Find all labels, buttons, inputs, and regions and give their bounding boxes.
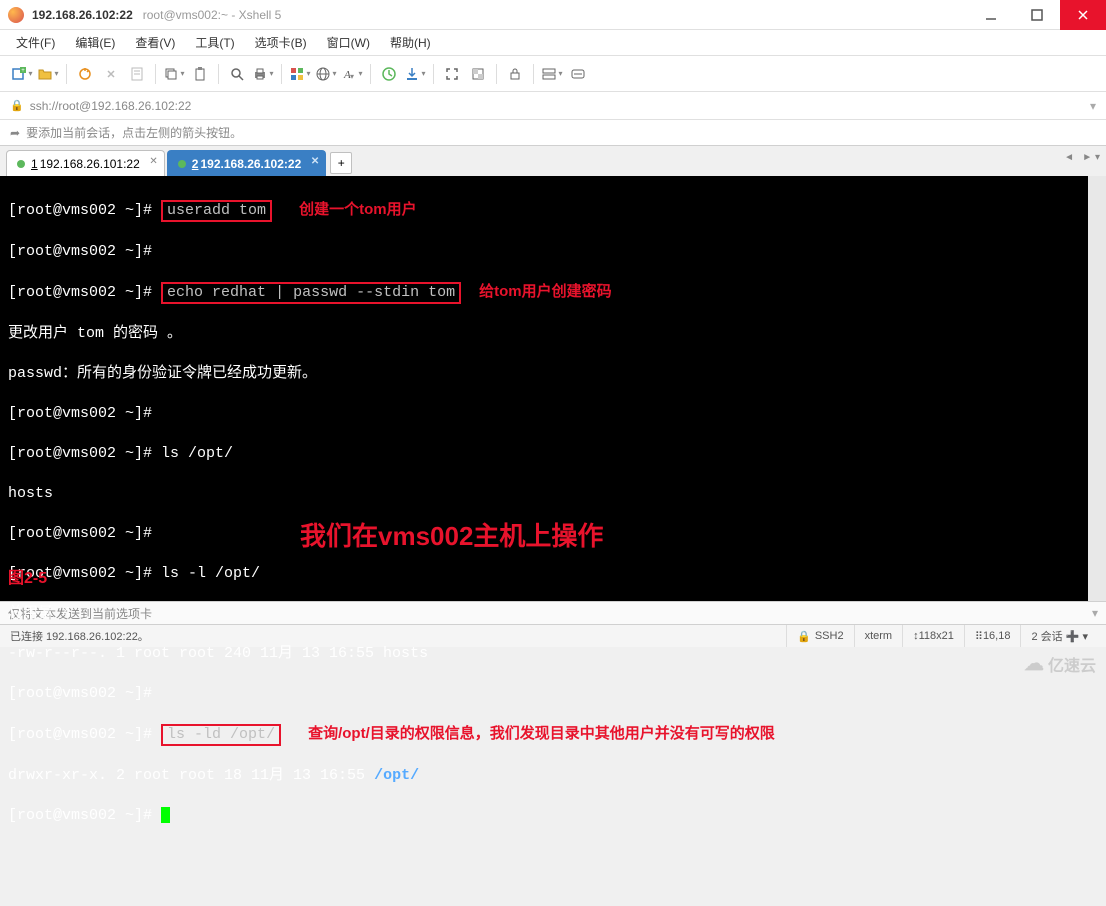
- menu-window[interactable]: 窗口(W): [321, 31, 376, 54]
- properties-button[interactable]: [125, 62, 149, 86]
- prompt: [root@vms002 ~]#: [8, 685, 152, 702]
- app-icon: [8, 7, 24, 23]
- menu-view[interactable]: 查看(V): [129, 31, 181, 54]
- cmd-passwd-box: echo redhat | passwd --stdin tom: [161, 282, 461, 304]
- hint-text: 要添加当前会话，点击左侧的箭头按钮。: [26, 124, 242, 141]
- plus-icon: +: [338, 156, 345, 170]
- reconnect-button[interactable]: [73, 62, 97, 86]
- copy-button[interactable]: [162, 62, 186, 86]
- output-path: /opt/: [374, 767, 419, 784]
- tab-add-button[interactable]: +: [330, 152, 352, 174]
- svg-text:▾: ▾: [350, 72, 354, 81]
- tab-close-icon[interactable]: ✕: [311, 156, 319, 167]
- send-dropdown-icon[interactable]: ▾: [1092, 606, 1098, 620]
- disconnect-button[interactable]: [99, 62, 123, 86]
- menu-help[interactable]: 帮助(H): [384, 31, 437, 54]
- output-line: drwxr-xr-x. 2 root root 18 11月 13 16:55: [8, 767, 374, 784]
- output-line: hosts: [8, 485, 53, 502]
- encoding-button[interactable]: [314, 62, 338, 86]
- cmd-lsld-box: ls -ld /opt/: [161, 724, 281, 746]
- new-session-button[interactable]: +: [10, 62, 34, 86]
- lock-icon: 🔒: [10, 99, 24, 112]
- watermark-text: 亿速云: [1048, 652, 1096, 676]
- menubar: 文件(F) 编辑(E) 查看(V) 工具(T) 选项卡(B) 窗口(W) 帮助(…: [0, 30, 1106, 56]
- menu-tools[interactable]: 工具(T): [189, 31, 240, 54]
- output-line: 总用量 4: [8, 605, 71, 622]
- toolbar: + A▾: [0, 56, 1106, 92]
- window-session-title: 192.168.26.102:22: [32, 8, 133, 22]
- terminal[interactable]: [root@vms002 ~]# useradd tom 创建一个tom用户 […: [0, 176, 1106, 601]
- prompt: [root@vms002 ~]#: [8, 405, 152, 422]
- prompt: [root@vms002 ~]#: [8, 807, 152, 824]
- fullscreen-button[interactable]: [440, 62, 464, 86]
- figure-label: 图2-5: [8, 569, 47, 589]
- menu-tabs[interactable]: 选项卡(B): [249, 31, 313, 54]
- cmd-useradd-box: useradd tom: [161, 200, 272, 222]
- tab-number: 1: [31, 157, 38, 171]
- maximize-button[interactable]: [1014, 0, 1060, 30]
- address-dropdown-icon[interactable]: ▾: [1090, 99, 1096, 113]
- annotation-passwd: 给tom用户创建密码: [479, 282, 612, 302]
- addressbar: 🔒 ssh://root@192.168.26.102:22 ▾: [0, 92, 1106, 120]
- add-session-arrow-icon[interactable]: ➦: [10, 126, 20, 140]
- find-button[interactable]: [225, 62, 249, 86]
- xftp-button[interactable]: [403, 62, 427, 86]
- menu-edit[interactable]: 编辑(E): [69, 31, 121, 54]
- scrollbar[interactable]: [1088, 176, 1106, 601]
- address-text[interactable]: ssh://root@192.168.26.102:22: [30, 99, 1090, 113]
- window-subtitle: root@vms002:~ - Xshell 5: [143, 8, 282, 22]
- tabstrip: 1 192.168.26.101:22 ✕ 2 192.168.26.102:2…: [0, 146, 1106, 176]
- prompt: [root@vms002 ~]#: [8, 445, 152, 462]
- cmd-ls-opt: ls /opt/: [161, 445, 233, 462]
- close-button[interactable]: [1060, 0, 1106, 30]
- prompt: [root@vms002 ~]#: [8, 525, 152, 542]
- menu-file[interactable]: 文件(F): [10, 31, 61, 54]
- print-button[interactable]: [251, 62, 275, 86]
- open-session-button[interactable]: [36, 62, 60, 86]
- tile-horizontal-button[interactable]: [540, 62, 564, 86]
- transparent-button[interactable]: [466, 62, 490, 86]
- status-dot-icon: [178, 160, 186, 168]
- cursor: [161, 807, 170, 823]
- status-dot-icon: [17, 160, 25, 168]
- compose-button[interactable]: [566, 62, 590, 86]
- xagent-button[interactable]: [377, 62, 401, 86]
- prompt: [root@vms002 ~]#: [8, 202, 152, 219]
- font-button[interactable]: A▾: [340, 62, 364, 86]
- prompt: [root@vms002 ~]#: [8, 243, 152, 260]
- tab-session-1[interactable]: 1 192.168.26.101:22 ✕: [6, 150, 165, 176]
- annotation-lsld: 查询/opt/目录的权限信息，我们发现目录中其他用户并没有可写的权限: [308, 724, 775, 744]
- paste-button[interactable]: [188, 62, 212, 86]
- hintbar: ➦ 要添加当前会话，点击左侧的箭头按钮。: [0, 120, 1106, 146]
- titlebar: 192.168.26.102:22 root@vms002:~ - Xshell…: [0, 0, 1106, 30]
- tab-number: 2: [192, 157, 199, 171]
- output-line: passwd：所有的身份验证令牌已经成功更新。: [8, 365, 317, 382]
- watermark: ☁ 亿速云: [1024, 651, 1096, 676]
- tab-label: 192.168.26.101:22: [40, 157, 140, 171]
- annotation-big: 我们在vms002主机上操作: [300, 526, 603, 546]
- cmd-lsl-opt: ls -l /opt/: [161, 565, 260, 582]
- output-line: 更改用户 tom 的密码 。: [8, 325, 182, 342]
- annotation-useradd: 创建一个tom用户: [299, 200, 417, 220]
- minimize-button[interactable]: [968, 0, 1014, 30]
- lock-button[interactable]: [503, 62, 527, 86]
- cloud-icon: ☁: [1024, 651, 1044, 676]
- window-controls: [968, 0, 1106, 30]
- tab-close-icon[interactable]: ✕: [149, 156, 157, 167]
- tab-label: 192.168.26.102:22: [200, 157, 301, 171]
- prompt: [root@vms002 ~]#: [8, 284, 152, 301]
- svg-text:+: +: [22, 68, 26, 74]
- tab-session-2[interactable]: 2 192.168.26.102:22 ✕: [167, 150, 326, 176]
- tab-nav[interactable]: ◄ ► ▾: [1064, 152, 1100, 163]
- color-scheme-button[interactable]: [288, 62, 312, 86]
- prompt: [root@vms002 ~]#: [8, 726, 152, 743]
- output-line: -rw-r--r--. 1 root root 240 11月 13 16:55…: [8, 645, 428, 662]
